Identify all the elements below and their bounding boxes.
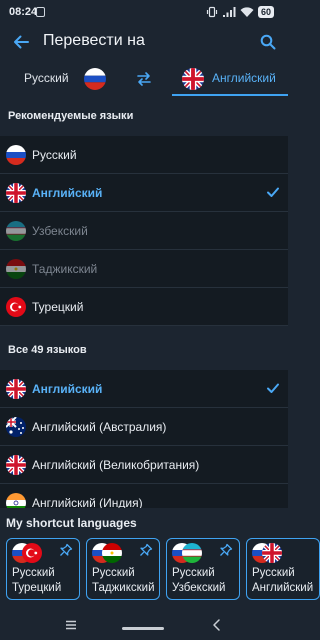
vibrate-icon bbox=[206, 6, 218, 18]
home-indicator[interactable] bbox=[122, 627, 164, 630]
shortcut-card[interactable]: Русский Таджикский bbox=[86, 538, 160, 600]
gb-flag-icon bbox=[6, 455, 26, 475]
notification-icon bbox=[36, 7, 45, 17]
search-button[interactable] bbox=[256, 30, 280, 54]
shortcut-to-label: Узбекский bbox=[172, 582, 226, 594]
shortcut-languages-panel: My shortcut languages Русский Турецкий Р… bbox=[0, 508, 320, 612]
wifi-icon bbox=[240, 7, 254, 17]
source-language-tab[interactable]: Русский bbox=[0, 62, 116, 96]
uz-flag-icon bbox=[182, 543, 202, 563]
list-item-label: Таджикский bbox=[32, 262, 98, 276]
list-item-russian[interactable]: Русский bbox=[0, 136, 288, 174]
check-icon bbox=[267, 187, 279, 197]
shortcut-from-label: Русский bbox=[92, 567, 135, 579]
list-item-uzbek[interactable]: Узбекский bbox=[0, 212, 288, 250]
source-language-label: Русский bbox=[24, 71, 69, 85]
all-languages-list: Английский Английский (Австралия) Англий… bbox=[0, 370, 288, 522]
list-item-english[interactable]: Английский bbox=[0, 174, 288, 212]
status-icons: 60 bbox=[206, 5, 274, 19]
tr-flag-icon bbox=[22, 543, 42, 563]
system-navigation-bar bbox=[0, 612, 288, 640]
gb-flag-icon bbox=[6, 379, 26, 399]
app-bar: Перевести на bbox=[0, 24, 288, 60]
pin-icon[interactable] bbox=[59, 543, 73, 557]
tr-flag-icon bbox=[6, 297, 26, 317]
list-item-tajik[interactable]: Таджикский bbox=[0, 250, 288, 288]
shortcut-to-label: Турецкий bbox=[12, 582, 62, 594]
swap-languages-button[interactable] bbox=[133, 68, 155, 90]
list-item-label: Английский bbox=[32, 382, 103, 396]
language-switcher: Русский Английский bbox=[0, 62, 288, 96]
recommended-list: Русский Английский Узбекский Таджикский … bbox=[0, 136, 288, 326]
list-item-label: Английский (Великобритания) bbox=[32, 458, 200, 472]
target-language-tab[interactable]: Английский bbox=[172, 62, 288, 96]
search-icon bbox=[260, 34, 276, 50]
tj-flag-icon bbox=[6, 259, 26, 279]
gb-flag-icon bbox=[6, 183, 26, 203]
all-languages-heading: Все 49 языков bbox=[8, 344, 87, 356]
shortcut-from-label: Русский bbox=[12, 567, 55, 579]
back-button[interactable] bbox=[9, 30, 33, 54]
target-language-label: Английский bbox=[212, 71, 276, 85]
list-item-english-uk[interactable]: Английский (Великобритания) bbox=[0, 446, 288, 484]
shortcut-from-label: Русский bbox=[252, 567, 295, 579]
list-item-label: Английский (Австралия) bbox=[32, 420, 167, 434]
swap-icon bbox=[137, 72, 151, 86]
recommended-heading: Рекомендуемые языки bbox=[8, 110, 134, 122]
list-item-english[interactable]: Английский bbox=[0, 370, 288, 408]
signal-icon bbox=[222, 7, 236, 17]
gb-flag-icon bbox=[262, 543, 282, 563]
shortcut-card[interactable]: Русский Английский bbox=[246, 538, 320, 600]
shortcut-from-label: Русский bbox=[172, 567, 215, 579]
shortcuts-heading: My shortcut languages bbox=[6, 516, 137, 530]
list-item-label: Узбекский bbox=[32, 224, 88, 238]
recent-apps-icon[interactable] bbox=[64, 617, 78, 633]
list-item-english-australia[interactable]: Английский (Австралия) bbox=[0, 408, 288, 446]
shortcut-card[interactable]: Русский Узбекский bbox=[166, 538, 240, 600]
shortcut-to-label: Таджикский bbox=[92, 582, 155, 594]
pin-icon[interactable] bbox=[219, 543, 233, 557]
battery-icon: 60 bbox=[257, 6, 274, 18]
shortcut-card[interactable]: Русский Турецкий bbox=[6, 538, 80, 600]
pin-icon[interactable] bbox=[139, 543, 153, 557]
shortcut-to-label: Английский bbox=[252, 582, 314, 594]
shortcut-cards: Русский Турецкий Русский Таджикский Русс… bbox=[6, 538, 320, 600]
check-icon bbox=[267, 383, 279, 393]
page-title: Перевести на bbox=[43, 32, 145, 49]
arrow-left-icon bbox=[14, 35, 29, 49]
list-item-label: Русский bbox=[32, 148, 77, 162]
status-time: 08:24 bbox=[9, 6, 38, 18]
ru-flag-icon bbox=[6, 145, 26, 165]
ru-flag-icon bbox=[84, 68, 106, 90]
status-bar: 08:24 60 bbox=[0, 0, 288, 24]
uz-flag-icon bbox=[6, 221, 26, 241]
gb-flag-icon bbox=[182, 68, 204, 90]
list-item-turkish[interactable]: Турецкий bbox=[0, 288, 288, 326]
list-item-label: Турецкий bbox=[32, 300, 84, 314]
au-flag-icon bbox=[6, 417, 26, 437]
tj-flag-icon bbox=[102, 543, 122, 563]
list-item-label: Английский bbox=[32, 186, 103, 200]
nav-back-icon[interactable] bbox=[210, 617, 224, 633]
